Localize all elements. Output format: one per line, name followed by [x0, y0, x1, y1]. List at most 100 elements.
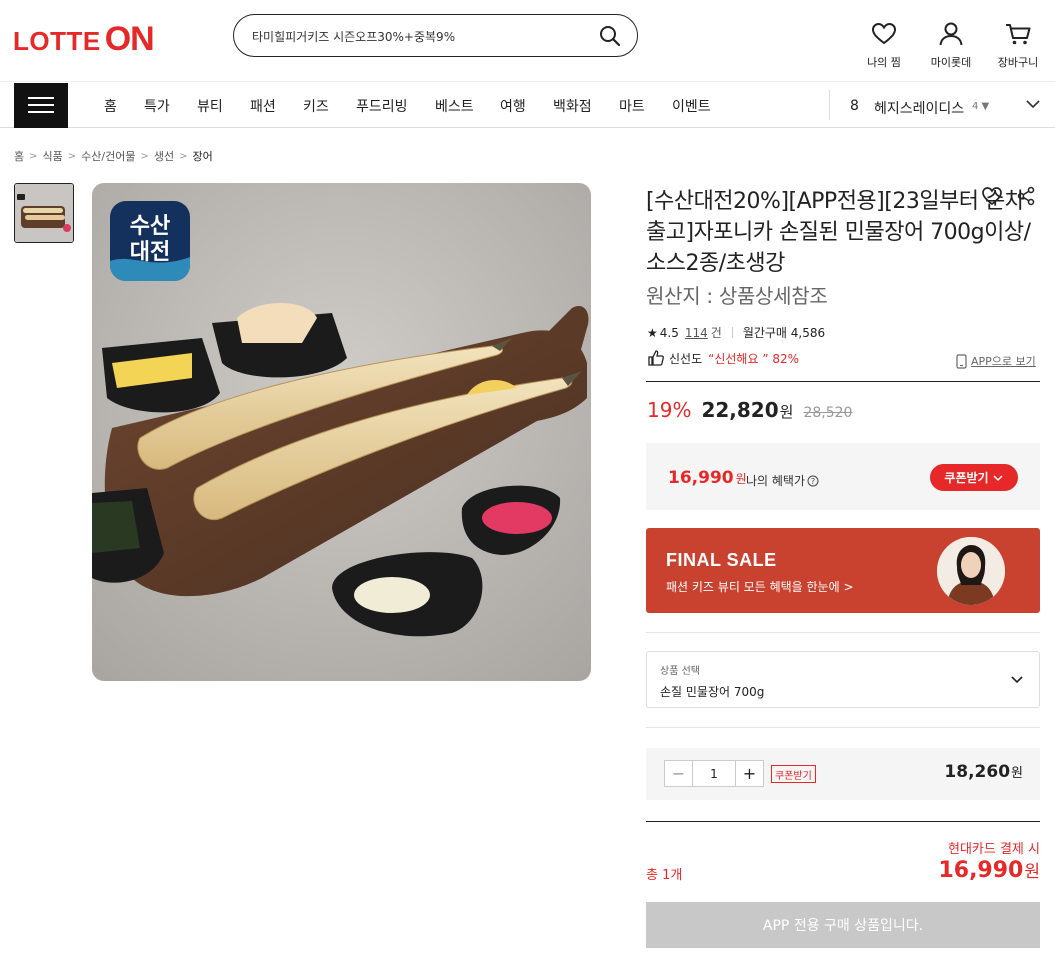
app-view-link[interactable]: APP으로 보기: [956, 353, 1036, 369]
chevron-down-icon: [1011, 676, 1023, 684]
chevron-right-icon: >: [179, 150, 188, 162]
option-select-value: 손질 민물장어 700g: [660, 685, 765, 699]
nav-item-best[interactable]: 베스트: [435, 96, 474, 116]
benefit-box: 16,990 원 나의 혜택가 ? 쿠폰받기: [646, 443, 1040, 510]
hamburger-menu-icon[interactable]: [14, 83, 68, 128]
divider: [646, 632, 1040, 633]
rating-row: ★ 4.5 114 건 월간구매 4,586: [647, 324, 825, 341]
freshness-label: 신선도: [669, 351, 703, 366]
global-nav: 홈 특가 뷰티 패션 키즈 푸드리빙 베스트 여행 백화점 마트 이벤트 8 헤…: [0, 82, 1055, 128]
share-icon[interactable]: [1016, 186, 1036, 206]
cart-label: 장바구니: [997, 56, 1039, 69]
option-select[interactable]: 상품 선택 손질 민물장어 700g: [646, 651, 1040, 708]
cart-icon: [1006, 24, 1031, 45]
heart-icon[interactable]: [981, 185, 1003, 207]
nav-item-event[interactable]: 이벤트: [672, 96, 711, 116]
app-view-label: APP으로 보기: [971, 355, 1036, 368]
cart-button[interactable]: 장바구니: [988, 20, 1048, 70]
discount-rate: 19%: [647, 398, 692, 422]
price-row: 19% 22,820 원 28,520: [647, 398, 852, 422]
freshness-row: 신선도 “신선해요 ” 82%: [647, 349, 799, 367]
product-title: [수산대전20%][APP전용][23일부터 순차출고]자포니카 손질된 민물장…: [646, 189, 1031, 276]
chevron-right-icon: >: [29, 150, 38, 162]
coupon-button-label: 쿠폰받기: [944, 471, 989, 485]
product-thumbnail[interactable]: [14, 183, 74, 243]
svg-text:?: ?: [811, 477, 815, 486]
search-icon[interactable]: [599, 25, 621, 47]
total-price: 16,990원: [938, 858, 1040, 883]
heart-icon: [871, 22, 897, 45]
nav-item-mart[interactable]: 마트: [619, 96, 645, 116]
mypage-button[interactable]: 마이롯데: [921, 20, 981, 70]
breadcrumb-current[interactable]: 장어: [193, 148, 213, 164]
wishlist-button[interactable]: 나의 찜: [854, 20, 914, 70]
product-origin: 원산지 : 상품상세참조: [646, 284, 828, 308]
freshness-value: “신선해요 ” 82%: [708, 351, 800, 366]
nav-item-food-living[interactable]: 푸드리빙: [356, 96, 408, 116]
app-only-purchase-button[interactable]: APP 전용 구매 상품입니다.: [646, 902, 1040, 948]
lotte-on-logo[interactable]: LOTTE ON: [13, 20, 155, 59]
product-main-image[interactable]: 수산 대전: [92, 183, 591, 681]
user-icon: [939, 22, 963, 46]
benefit-label-wrap: 나의 혜택가 ?: [746, 472, 819, 489]
decrease-button[interactable]: −: [665, 761, 692, 786]
nav-item-kids[interactable]: 키즈: [303, 96, 329, 116]
chevron-down-icon[interactable]: [1024, 95, 1042, 113]
quantity-stepper: − +: [664, 760, 764, 787]
trending-rank: 8: [850, 98, 859, 114]
wishlist-label: 나의 찜: [867, 56, 901, 69]
header: LOTTE ON 나의 찜 마이롯데 장바구니: [0, 0, 1055, 82]
nav-item-fashion[interactable]: 패션: [250, 96, 276, 116]
nav-item-home[interactable]: 홈: [104, 96, 117, 116]
nav-item-deals[interactable]: 특가: [144, 96, 170, 116]
breadcrumb-item[interactable]: 수산/건어물: [81, 148, 135, 164]
monthly-purchase: 월간구매 4,586: [742, 326, 826, 340]
increase-button[interactable]: +: [736, 761, 763, 786]
breadcrumb-item[interactable]: 생선: [154, 148, 174, 164]
breadcrumb: 홈 > 식품 > 수산/건어물 > 생선 > 장어: [14, 148, 213, 164]
final-sale-banner[interactable]: FINAL SALE 패션 키즈 뷰티 모든 혜택을 한눈에 >: [646, 528, 1040, 613]
total-count: 총 1개: [646, 868, 683, 883]
search-input[interactable]: [252, 25, 592, 47]
benefit-price: 16,990 원: [668, 468, 747, 488]
rating-value: 4.5: [659, 325, 679, 340]
trending-keyword-text: 헤지스레이디스: [874, 101, 965, 117]
logo-on-text: ON: [104, 20, 155, 58]
coupon-download-button[interactable]: 쿠폰받기: [930, 464, 1018, 491]
divider: [646, 381, 1040, 382]
banner-model-image: [937, 537, 1005, 605]
option-select-label: 상품 선택: [660, 666, 700, 677]
nav-item-department[interactable]: 백화점: [553, 96, 592, 116]
badge-line2: 대전: [130, 240, 170, 265]
banner-subtitle: 패션 키즈 뷰티 모든 혜택을 한눈에 >: [666, 580, 854, 594]
quantity-area: − + 쿠폰받기 18,260원: [646, 748, 1040, 800]
search-bar: [233, 14, 638, 57]
mobile-icon: [956, 353, 967, 369]
item-price: 18,260원: [944, 762, 1023, 782]
thumbs-up-icon: [648, 350, 664, 366]
coupon-tag-button[interactable]: 쿠폰받기: [771, 765, 816, 783]
chevron-down-icon: [993, 474, 1003, 481]
info-icon[interactable]: ?: [807, 475, 819, 487]
star-icon: ★: [647, 325, 658, 340]
trending-delta: 4 ▼: [972, 101, 990, 112]
breadcrumb-item[interactable]: 홈: [14, 148, 24, 164]
quantity-input[interactable]: [692, 761, 736, 786]
sale-price: 22,820: [701, 398, 779, 422]
trending-keyword[interactable]: 8 헤지스레이디스 4 ▼: [829, 90, 1055, 120]
breadcrumb-item[interactable]: 식품: [43, 148, 63, 164]
logo-lotte-text: LOTTE: [13, 26, 101, 56]
badge-line1: 수산: [130, 214, 170, 239]
divider: [731, 327, 733, 338]
card-payment-label: 현대카드 결제 시: [948, 842, 1040, 857]
original-price: 28,520: [803, 405, 853, 421]
benefit-label: 나의 혜택가: [746, 474, 806, 488]
chevron-right-icon: >: [140, 150, 149, 162]
nav-item-travel[interactable]: 여행: [500, 96, 526, 116]
review-count-link[interactable]: 114: [685, 326, 708, 340]
review-unit: 건: [710, 326, 722, 340]
divider: [646, 821, 1040, 822]
mypage-label: 마이롯데: [930, 56, 972, 69]
divider: [646, 727, 1040, 728]
nav-item-beauty[interactable]: 뷰티: [197, 96, 223, 116]
